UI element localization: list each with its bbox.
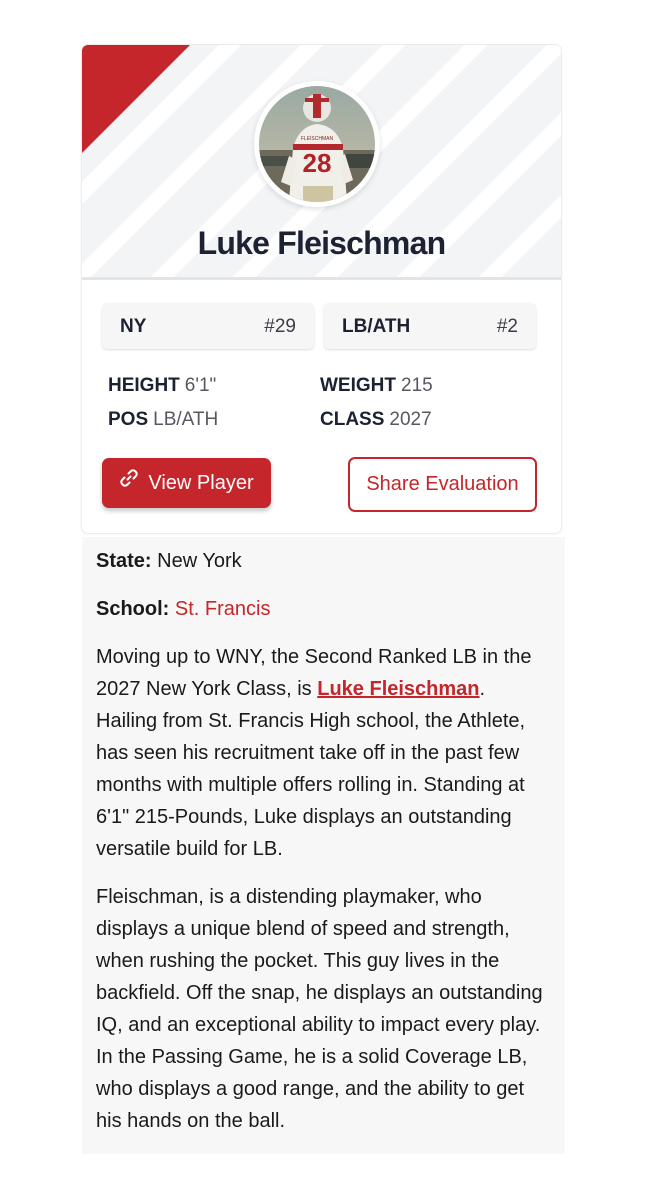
school-link[interactable]: St. Francis [175, 598, 271, 620]
position-label: POS [108, 409, 149, 430]
player-card: FLEISCHMAN 28 Luke Fleischman NY #29 LB/… [82, 45, 561, 533]
card-header: FLEISCHMAN 28 Luke Fleischman [82, 45, 561, 280]
corner-ribbon [82, 45, 190, 153]
weight-value: 215 [401, 375, 433, 396]
paragraph-2: Fleischman, is a distending playmaker, w… [96, 886, 543, 1132]
state-label: State: [96, 550, 152, 572]
class-stat: CLASS 2027 [320, 409, 432, 431]
paragraph-1: Moving up to WNY, the Second Ranked LB i… [96, 641, 551, 865]
paragraph-1-end: . Hailing from St. Francis High school, … [96, 678, 526, 860]
state-chip-label: NY [120, 316, 147, 337]
page: FLEISCHMAN 28 Luke Fleischman NY #29 LB/… [0, 0, 659, 1200]
view-player-label: View Player [148, 472, 254, 494]
state-line: State: New York [96, 545, 551, 577]
jersey-name-text: FLEISCHMAN [301, 136, 334, 142]
share-evaluation-button[interactable]: Share Evaluation [348, 457, 537, 512]
state-chip-rank: #29 [264, 316, 296, 337]
height-value: 6'1" [184, 375, 217, 396]
weight-stat: WEIGHT 215 [320, 375, 433, 397]
view-player-button[interactable]: View Player [102, 458, 271, 508]
state-rank-chip: NY #29 [102, 303, 314, 349]
position-rank-chip: LB/ATH #2 [324, 303, 536, 349]
school-line: School: St. Francis [96, 593, 551, 625]
position-chip-rank: #2 [496, 316, 518, 337]
weight-label: WEIGHT [320, 375, 396, 396]
share-evaluation-label: Share Evaluation [366, 473, 519, 495]
position-stat: POS LB/ATH [108, 409, 218, 431]
jersey-number-text: 28 [303, 148, 332, 178]
school-label: School: [96, 598, 170, 620]
link-icon [119, 457, 139, 507]
height-label: HEIGHT [108, 375, 180, 396]
state-value: New York [157, 550, 242, 572]
height-stat: HEIGHT 6'1" [108, 375, 216, 397]
evaluation-article: State: New York School: St. Francis Movi… [82, 537, 565, 1154]
player-name: Luke Fleischman [197, 225, 446, 261]
class-value: 2027 [389, 409, 432, 430]
position-chip-label: LB/ATH [342, 316, 411, 337]
player-photo: FLEISCHMAN 28 [259, 86, 375, 202]
position-value: LB/ATH [153, 409, 219, 430]
avatar[interactable]: FLEISCHMAN 28 [254, 81, 380, 207]
player-name-link[interactable]: Luke Fleischman [317, 678, 479, 700]
class-label: CLASS [320, 409, 385, 430]
